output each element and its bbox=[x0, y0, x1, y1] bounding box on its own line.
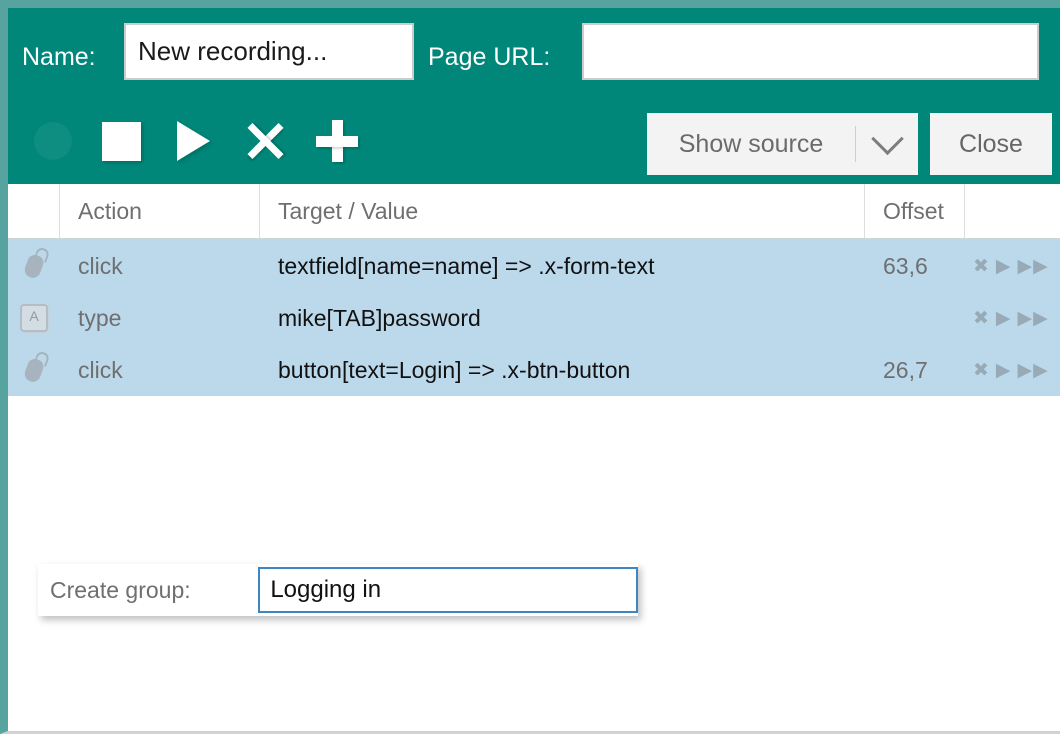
table-row[interactable]: click button[text=Login] => .x-btn-butto… bbox=[8, 344, 1060, 396]
close-button[interactable]: Close bbox=[930, 113, 1052, 175]
row-type-icon-cell bbox=[8, 240, 60, 292]
row-play-from-here-icon[interactable]: ▶▶ bbox=[1018, 359, 1049, 382]
column-header-ops bbox=[965, 184, 1057, 238]
record-circle-icon bbox=[34, 122, 72, 160]
table-row[interactable]: A type mike[TAB]password ✖ ▶ ▶▶ bbox=[8, 292, 1060, 344]
column-header-action: Action bbox=[60, 184, 260, 238]
add-button[interactable] bbox=[300, 102, 374, 180]
row-action: click bbox=[78, 356, 123, 383]
show-source-label: Show source bbox=[678, 129, 824, 158]
page-url-label: Page URL: bbox=[428, 43, 551, 71]
chevron-down-icon bbox=[870, 122, 904, 155]
column-header-offset: Offset bbox=[865, 184, 965, 238]
row-action: click bbox=[78, 252, 123, 279]
row-type-icon-cell: A bbox=[8, 292, 60, 344]
record-button[interactable] bbox=[16, 102, 90, 180]
table-header-row: Action Target / Value Offset bbox=[8, 184, 1060, 240]
row-target: textfield[name=name] => .x-form-text bbox=[278, 252, 655, 279]
header-fields: Name: Page URL: bbox=[8, 8, 1060, 108]
row-action: type bbox=[78, 304, 122, 331]
mouse-icon bbox=[22, 252, 46, 280]
row-offset bbox=[865, 292, 965, 344]
page-url-input[interactable] bbox=[582, 23, 1039, 80]
create-group-label: Create group: bbox=[50, 576, 191, 603]
show-source-split-button[interactable]: Show source bbox=[647, 113, 918, 175]
close-button-label: Close bbox=[959, 129, 1023, 158]
close-x-icon bbox=[245, 121, 285, 161]
row-delete-icon[interactable]: ✖ bbox=[973, 307, 990, 330]
stop-button[interactable] bbox=[84, 102, 158, 180]
play-triangle-icon bbox=[176, 121, 210, 161]
column-header-target: Target / Value bbox=[260, 184, 865, 238]
plus-icon bbox=[316, 120, 358, 162]
name-label: Name: bbox=[22, 43, 96, 71]
name-input[interactable] bbox=[124, 23, 414, 80]
row-target: button[text=Login] => .x-btn-button bbox=[278, 356, 631, 383]
row-play-icon[interactable]: ▶ bbox=[996, 359, 1012, 382]
play-button[interactable] bbox=[156, 102, 230, 180]
recorder-window: Name: Page URL: Show source bbox=[0, 0, 1060, 734]
row-ops: ✖ ▶ ▶▶ bbox=[965, 240, 1057, 292]
create-group-popup: Create group: bbox=[38, 564, 638, 616]
show-source-dropdown-button[interactable] bbox=[856, 122, 918, 156]
column-header-icon bbox=[8, 184, 60, 238]
keyboard-key-icon: A bbox=[20, 304, 48, 332]
delete-button[interactable] bbox=[228, 102, 302, 180]
create-group-input[interactable] bbox=[258, 567, 638, 613]
row-delete-icon[interactable]: ✖ bbox=[973, 359, 990, 382]
row-target: mike[TAB]password bbox=[278, 304, 481, 331]
recorder-header: Name: Page URL: Show source bbox=[8, 8, 1060, 184]
stop-square-icon bbox=[101, 121, 141, 161]
row-play-icon[interactable]: ▶ bbox=[996, 307, 1012, 330]
table-row[interactable]: click textfield[name=name] => .x-form-te… bbox=[8, 240, 1060, 292]
mouse-icon bbox=[22, 356, 46, 384]
row-ops: ✖ ▶ ▶▶ bbox=[965, 292, 1057, 344]
row-ops: ✖ ▶ ▶▶ bbox=[965, 344, 1057, 396]
steps-table: Action Target / Value Offset click textf… bbox=[8, 184, 1060, 731]
recorder-toolbar: Show source Close bbox=[8, 102, 1060, 184]
row-delete-icon[interactable]: ✖ bbox=[973, 255, 990, 278]
row-play-from-here-icon[interactable]: ▶▶ bbox=[1018, 255, 1049, 278]
row-offset: 63,6 bbox=[883, 252, 928, 279]
row-play-icon[interactable]: ▶ bbox=[996, 255, 1012, 278]
row-offset: 26,7 bbox=[883, 356, 928, 383]
row-play-from-here-icon[interactable]: ▶▶ bbox=[1018, 307, 1049, 330]
row-type-icon-cell bbox=[8, 344, 60, 396]
